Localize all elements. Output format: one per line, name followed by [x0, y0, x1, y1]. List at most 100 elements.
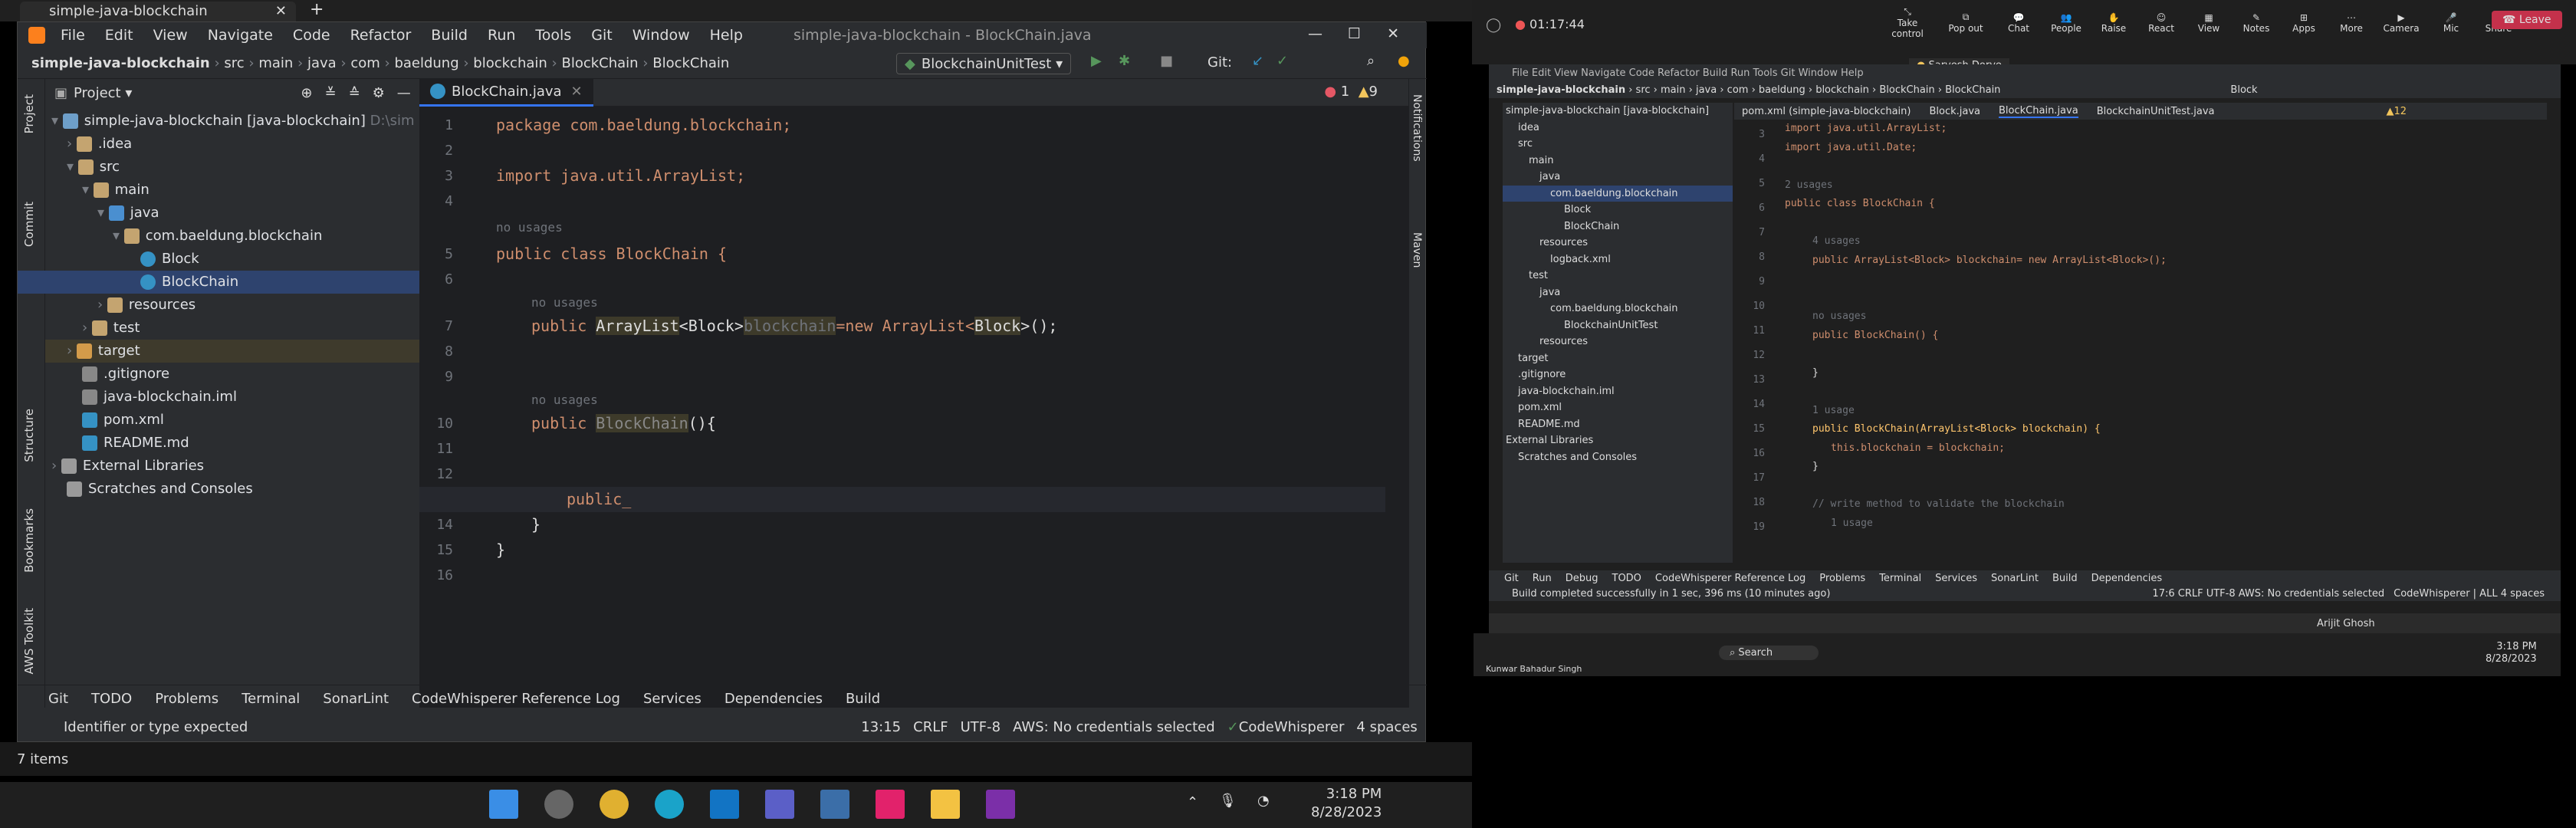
- chevron-up-icon[interactable]: ⌃: [1187, 794, 1198, 810]
- tool-commit[interactable]: Commit: [22, 202, 36, 247]
- start-icon[interactable]: [489, 790, 518, 819]
- menu-file[interactable]: File: [61, 27, 85, 44]
- tree-item-block[interactable]: Block: [45, 248, 419, 271]
- breadcrumb-item[interactable]: BlockChain: [652, 55, 729, 71]
- tool-bookmarks[interactable]: Bookmarks: [22, 508, 36, 573]
- more-button[interactable]: ⋯ More: [2335, 12, 2367, 34]
- tree-item-external-libraries[interactable]: › External Libraries: [45, 455, 419, 478]
- menu-navigate[interactable]: Navigate: [208, 27, 273, 44]
- breadcrumb-item[interactable]: java: [307, 55, 337, 71]
- menu-run[interactable]: Run: [488, 27, 515, 44]
- tree-item-gitignore[interactable]: .gitignore: [45, 363, 419, 386]
- mic-muted-icon[interactable]: 🎙: [1219, 793, 1237, 809]
- tree-item-test[interactable]: › test: [45, 317, 419, 340]
- tree-item-idea[interactable]: › .idea: [45, 133, 419, 156]
- tree-item-iml[interactable]: java-blockchain.iml: [45, 386, 419, 409]
- breadcrumb-item[interactable]: com: [350, 55, 380, 71]
- update-icon[interactable]: ●: [1398, 53, 1410, 69]
- run-icon[interactable]: ▶: [1091, 53, 1102, 69]
- codewhisperer-status[interactable]: CodeWhisperer: [1239, 719, 1345, 735]
- aws-status[interactable]: AWS: No credentials selected: [1013, 719, 1215, 735]
- menu-view[interactable]: View: [153, 27, 188, 44]
- caret-position[interactable]: 13:15: [861, 719, 901, 735]
- snipping-icon[interactable]: [820, 790, 849, 819]
- close-icon[interactable]: ✕: [571, 84, 583, 100]
- expand-icon[interactable]: ≚: [324, 85, 336, 101]
- tree-item-src[interactable]: ▾ src: [45, 156, 419, 179]
- locate-icon[interactable]: ⊕: [301, 85, 312, 101]
- intellij-icon[interactable]: [876, 790, 905, 819]
- tool-todo[interactable]: TODO: [91, 691, 132, 707]
- menu-edit[interactable]: Edit: [105, 27, 133, 44]
- breadcrumb-item[interactable]: src: [224, 55, 244, 71]
- raise-button[interactable]: ✋ Raise: [2098, 12, 2130, 34]
- minimize-icon[interactable]: —: [1308, 25, 1322, 42]
- view-button[interactable]: ▦ View: [2193, 12, 2225, 34]
- tree-item-scratches[interactable]: Scratches and Consoles: [45, 478, 419, 501]
- tree-item-project[interactable]: ▾ simple-java-blockchain [java-blockchai…: [45, 110, 419, 133]
- chat-button[interactable]: 💬 Chat: [2003, 12, 2035, 34]
- tool-maven[interactable]: Maven: [1411, 232, 1423, 268]
- tool-notifications[interactable]: Notifications: [1411, 94, 1423, 162]
- tool-structure[interactable]: Structure: [22, 409, 36, 462]
- editor-tab[interactable]: BlockChain.java ✕: [419, 78, 593, 107]
- take-control-button[interactable]: ⤡ Take control: [1886, 6, 1929, 39]
- code-editor[interactable]: package com.baeldung.blockchain; import …: [419, 113, 1385, 563]
- camera-button[interactable]: ▶ Camera: [2383, 12, 2420, 34]
- new-tab-icon[interactable]: +: [310, 0, 324, 19]
- hide-icon[interactable]: —: [397, 85, 411, 101]
- menu-code[interactable]: Code: [293, 27, 330, 44]
- project-label[interactable]: Project: [74, 85, 121, 101]
- stop-icon[interactable]: ■: [1160, 53, 1173, 69]
- apps-button[interactable]: ⊞ Apps: [2288, 12, 2320, 34]
- browser-tab[interactable]: simple-java-blockchain ✕: [20, 2, 296, 21]
- tool-problems[interactable]: Problems: [155, 691, 219, 707]
- pop-out-button[interactable]: ⧉ Pop out: [1944, 12, 1987, 34]
- tree-item-resources[interactable]: › resources: [45, 294, 419, 317]
- tree-item-java[interactable]: ▾ java: [45, 202, 419, 225]
- menu-build[interactable]: Build: [431, 27, 468, 44]
- tool-aws-toolkit[interactable]: AWS Toolkit: [22, 608, 36, 674]
- inspection-widget[interactable]: ● 1 ▲9: [1324, 84, 1378, 100]
- tool-codewhisperer-log[interactable]: CodeWhisperer Reference Log: [412, 691, 620, 707]
- onenote-icon[interactable]: [986, 790, 1015, 819]
- breadcrumb-item[interactable]: BlockChain: [561, 55, 638, 71]
- git-update-icon[interactable]: ↙: [1252, 53, 1263, 69]
- teams-icon[interactable]: [765, 790, 794, 819]
- breadcrumb-project[interactable]: simple-java-blockchain: [31, 55, 210, 71]
- clock[interactable]: 3:18 PM 8/28/2023: [1311, 785, 1382, 822]
- menu-git[interactable]: Git: [591, 27, 612, 44]
- notes-button[interactable]: ✎ Notes: [2240, 12, 2272, 34]
- tree-item-main[interactable]: ▾ main: [45, 179, 419, 202]
- menu-help[interactable]: Help: [710, 27, 743, 44]
- debug-icon[interactable]: ✱: [1119, 53, 1130, 69]
- indent-status[interactable]: 4 spaces: [1356, 719, 1417, 735]
- git-commit-icon[interactable]: ✓: [1276, 53, 1288, 69]
- breadcrumb-item[interactable]: baeldung: [394, 55, 458, 71]
- tool-services[interactable]: Services: [643, 691, 702, 707]
- run-config-select[interactable]: ◆ BlockchainUnitTest ▾: [896, 53, 1072, 74]
- tool-dependencies[interactable]: Dependencies: [724, 691, 823, 707]
- settings-icon[interactable]: [544, 790, 573, 819]
- mic-button[interactable]: 🎤 Mic: [2435, 12, 2467, 34]
- tool-terminal[interactable]: Terminal: [242, 691, 300, 707]
- menu-tools[interactable]: Tools: [535, 27, 571, 44]
- tool-project[interactable]: Project: [22, 94, 36, 133]
- tool-build[interactable]: Build: [846, 691, 880, 707]
- tree-item-target[interactable]: › target: [45, 340, 419, 363]
- breadcrumb-item[interactable]: blockchain: [473, 55, 547, 71]
- react-button[interactable]: ☺ React: [2145, 12, 2177, 34]
- wifi-icon[interactable]: ◔: [1257, 793, 1270, 809]
- breadcrumb-item[interactable]: main: [258, 55, 293, 71]
- chrome-icon[interactable]: [600, 790, 629, 819]
- outlook-icon[interactable]: [710, 790, 739, 819]
- tree-item-readme[interactable]: README.md: [45, 432, 419, 455]
- tree-item-pom[interactable]: pom.xml: [45, 409, 419, 432]
- tree-item-package[interactable]: ▾ com.baeldung.blockchain: [45, 225, 419, 248]
- file-explorer-icon[interactable]: [931, 790, 960, 819]
- collapse-icon[interactable]: ≙: [349, 85, 360, 101]
- menu-window[interactable]: Window: [632, 27, 690, 44]
- maximize-icon[interactable]: ☐: [1348, 25, 1361, 42]
- leave-button[interactable]: ☎ Leave: [2492, 11, 2562, 29]
- line-separator[interactable]: CRLF: [913, 719, 948, 735]
